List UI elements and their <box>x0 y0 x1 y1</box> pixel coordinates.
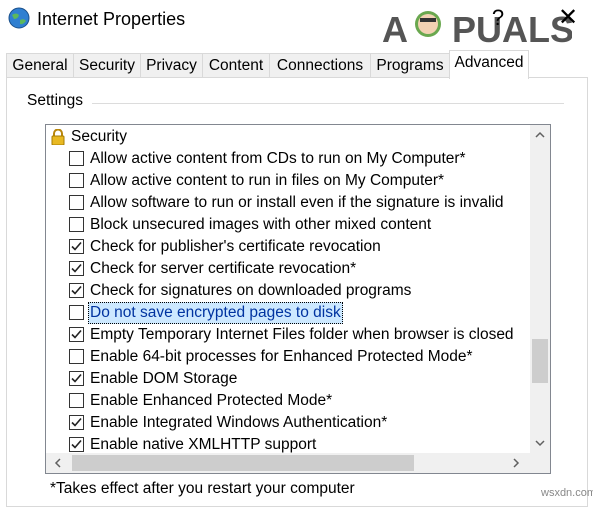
setting-label-selected: Do not save encrypted pages to disk <box>88 302 343 324</box>
scrollbar-corner <box>530 453 550 473</box>
settings-group-divider <box>92 103 564 104</box>
settings-rows: Security Allow active content from CDs t… <box>46 125 530 455</box>
close-button[interactable]: ✕ <box>553 3 583 33</box>
tab-general[interactable]: General <box>6 53 74 77</box>
setting-label: Check for publisher's certificate revoca… <box>90 238 381 255</box>
help-button[interactable]: ? <box>486 3 510 33</box>
setting-label: Enable DOM Storage <box>90 370 238 387</box>
setting-label: Enable Integrated Windows Authentication… <box>90 414 388 431</box>
checkmark-icon <box>71 439 82 449</box>
vertical-scroll-thumb[interactable] <box>532 339 548 383</box>
setting-label: Allow active content from CDs to run on … <box>90 150 466 167</box>
setting-row[interactable]: Enable Integrated Windows Authentication… <box>46 412 530 434</box>
tab-advanced[interactable]: Advanced <box>449 50 529 79</box>
checkbox-checked[interactable] <box>69 239 84 254</box>
setting-label: Enable Enhanced Protected Mode* <box>90 392 333 409</box>
checkbox-checked[interactable] <box>69 283 84 298</box>
tab-strip: General Security Privacy Content Connect… <box>6 50 588 79</box>
checkmark-icon <box>71 373 82 383</box>
checkmark-icon <box>71 417 82 427</box>
title-bar: Internet Properties A PUALS ? ✕ <box>0 0 593 50</box>
window-title: Internet Properties <box>37 9 186 29</box>
setting-row[interactable]: Block unsecured images with other mixed … <box>46 214 530 236</box>
checkbox[interactable] <box>69 195 84 210</box>
setting-label: Block unsecured images with other mixed … <box>90 216 432 233</box>
setting-row[interactable]: Allow software to run or install even if… <box>46 192 530 214</box>
settings-group-label: Settings <box>27 92 88 110</box>
setting-row[interactable]: Enable native XMLHTTP support <box>46 434 530 455</box>
setting-row[interactable]: Enable Enhanced Protected Mode* <box>46 390 530 412</box>
scroll-left-arrow-icon[interactable] <box>48 453 68 473</box>
section-header-security: Security <box>46 126 530 148</box>
tab-privacy[interactable]: Privacy <box>140 53 203 77</box>
tab-programs[interactable]: Programs <box>370 53 450 77</box>
setting-label: Check for signatures on downloaded progr… <box>90 282 412 299</box>
checkbox-checked[interactable] <box>69 415 84 430</box>
checkbox[interactable] <box>69 151 84 166</box>
checkbox[interactable] <box>69 173 84 188</box>
tab-connections[interactable]: Connections <box>269 53 371 77</box>
setting-label: Empty Temporary Internet Files folder wh… <box>90 326 514 343</box>
restart-footnote: *Takes effect after you restart your com… <box>50 480 355 497</box>
horizontal-scrollbar[interactable] <box>46 453 530 473</box>
checkbox[interactable] <box>69 305 84 320</box>
checkbox[interactable] <box>69 217 84 232</box>
appuals-watermark-logo: A PUALS <box>382 9 572 50</box>
setting-label: Check for server certificate revocation* <box>90 260 357 277</box>
scroll-right-arrow-icon[interactable] <box>506 453 526 473</box>
setting-row[interactable]: Check for server certificate revocation* <box>46 258 530 280</box>
checkbox-checked[interactable] <box>69 327 84 342</box>
setting-label: Enable 64-bit processes for Enhanced Pro… <box>90 348 473 365</box>
checkmark-icon <box>71 285 82 295</box>
setting-row[interactable]: Check for signatures on downloaded progr… <box>46 280 530 302</box>
tab-content[interactable]: Content <box>202 53 270 77</box>
checkbox[interactable] <box>69 349 84 364</box>
lock-icon <box>51 129 65 145</box>
setting-row[interactable]: Allow active content to run in files on … <box>46 170 530 192</box>
setting-row-selected[interactable]: Do not save encrypted pages to disk <box>46 302 530 324</box>
setting-label: Enable native XMLHTTP support <box>90 436 317 453</box>
internet-globe-icon <box>8 7 30 29</box>
setting-row[interactable]: Enable DOM Storage <box>46 368 530 390</box>
svg-text:A: A <box>382 9 408 50</box>
setting-row[interactable]: Empty Temporary Internet Files folder wh… <box>46 324 530 346</box>
source-watermark-text: wsxdn.com <box>541 487 593 499</box>
setting-label: Allow active content to run in files on … <box>90 172 445 189</box>
horizontal-scroll-thumb[interactable] <box>72 455 414 471</box>
checkbox[interactable] <box>69 393 84 408</box>
checkmark-icon <box>71 329 82 339</box>
scroll-up-arrow-icon[interactable] <box>530 125 550 145</box>
section-header-label: Security <box>71 128 127 145</box>
tab-security[interactable]: Security <box>73 53 141 77</box>
setting-row[interactable]: Enable 64-bit processes for Enhanced Pro… <box>46 346 530 368</box>
vertical-scrollbar[interactable] <box>530 125 550 453</box>
checkmark-icon <box>71 241 82 251</box>
checkbox-checked[interactable] <box>69 371 84 386</box>
settings-tree-list[interactable]: Security Allow active content from CDs t… <box>45 124 551 474</box>
checkbox-checked[interactable] <box>69 437 84 452</box>
setting-row[interactable]: Allow active content from CDs to run on … <box>46 148 530 170</box>
setting-row[interactable]: Check for publisher's certificate revoca… <box>46 236 530 258</box>
checkmark-icon <box>71 263 82 273</box>
setting-label: Allow software to run or install even if… <box>90 194 504 211</box>
checkbox-checked[interactable] <box>69 261 84 276</box>
scroll-down-arrow-icon[interactable] <box>530 433 550 453</box>
